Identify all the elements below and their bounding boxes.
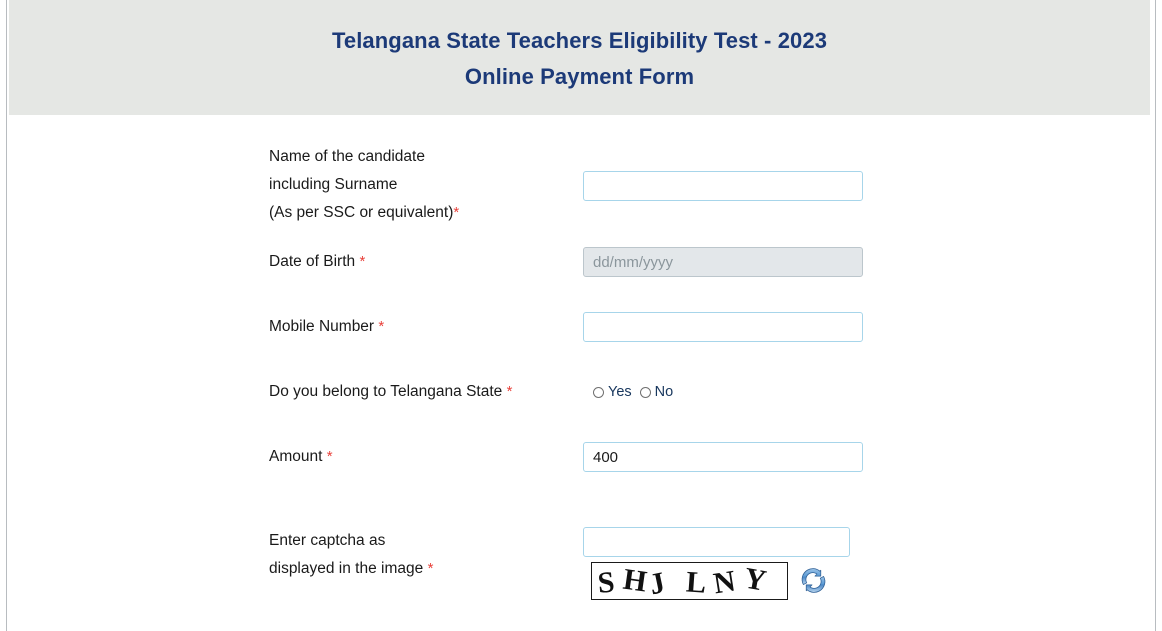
radio-circle-icon	[639, 386, 651, 398]
captcha-image: S H J L N Y	[591, 562, 788, 600]
captcha-label-line2: displayed in the image	[269, 560, 424, 577]
payment-form-screen: Telangana State Teachers Eligibility Tes…	[0, 0, 1162, 631]
page-title: Telangana State Teachers Eligibility Tes…	[331, 28, 828, 53]
telangana-radio-yes[interactable]: Yes	[593, 382, 632, 402]
name-label-line1: Name of the candidate	[269, 148, 425, 165]
telangana-radio-group: Yes No	[593, 382, 681, 402]
mobile-label: Mobile Number *	[269, 313, 384, 341]
name-input[interactable]	[583, 171, 863, 201]
dob-label: Date of Birth *	[269, 248, 365, 276]
telangana-radio-no[interactable]: No	[639, 382, 674, 402]
page-body: Telangana State Teachers Eligibility Tes…	[8, 0, 1155, 631]
name-label-line3: (As per SSC or equivalent)	[269, 204, 454, 221]
amount-required-marker: *	[326, 448, 333, 465]
name-label: Name of the candidate including Surname …	[269, 143, 459, 227]
captcha-input[interactable]	[583, 527, 850, 557]
name-label-line2: including Surname	[269, 176, 398, 193]
mobile-required-marker: *	[378, 318, 385, 335]
amount-label-text: Amount	[269, 448, 323, 465]
radio-circle-icon	[593, 386, 604, 398]
telangana-radio-yes-label: Yes	[608, 384, 632, 400]
refresh-icon[interactable]	[798, 565, 829, 596]
page-frame-right-border	[1155, 0, 1156, 631]
name-label-line3-wrap: (As per SSC or equivalent)*	[269, 199, 459, 227]
amount-label: Amount *	[269, 443, 333, 471]
dob-required-marker: *	[359, 253, 366, 270]
dob-label-text: Date of Birth	[269, 253, 356, 270]
name-required-marker: *	[453, 204, 460, 221]
mobile-label-text: Mobile Number	[269, 318, 375, 335]
svg-text:S: S	[596, 565, 616, 599]
svg-text:H: H	[621, 563, 649, 599]
amount-input[interactable]	[583, 442, 863, 472]
captcha-image-svg: S H J L N Y	[592, 563, 787, 599]
captcha-label-line1: Enter captcha as	[269, 532, 386, 549]
page-subtitle: Online Payment Form	[464, 64, 695, 89]
page-frame-left-border	[6, 0, 7, 631]
telangana-radio-no-label: No	[654, 384, 674, 400]
telangana-required-marker: *	[506, 383, 513, 400]
page-header: Telangana State Teachers Eligibility Tes…	[9, 0, 1150, 115]
mobile-input[interactable]	[583, 312, 863, 342]
dob-input[interactable]	[583, 247, 863, 277]
captcha-required-marker: *	[427, 560, 434, 577]
telangana-label: Do you belong to Telangana State *	[269, 378, 512, 406]
captcha-label-line2-wrap: displayed in the image *	[269, 555, 433, 583]
telangana-label-text: Do you belong to Telangana State	[269, 383, 503, 400]
svg-text:L: L	[685, 565, 707, 599]
captcha-label: Enter captcha as displayed in the image …	[269, 527, 433, 583]
